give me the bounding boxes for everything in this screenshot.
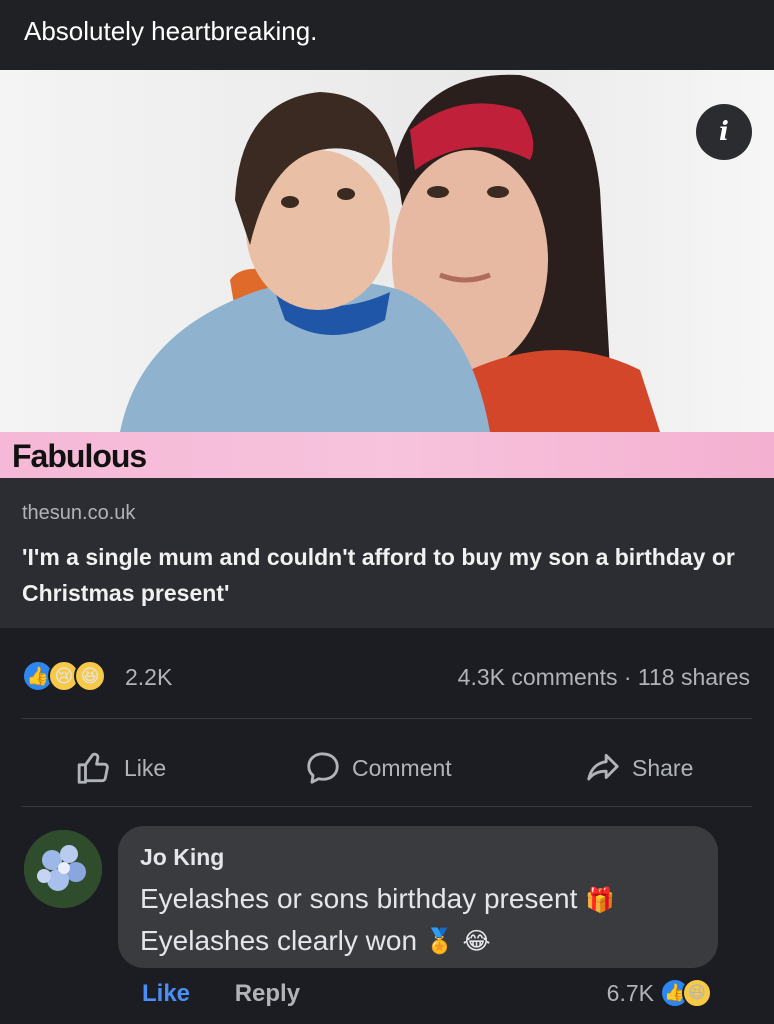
comment-label: Comment (352, 754, 452, 781)
comment-reaction-count: 6.7K (606, 979, 654, 1006)
divider (22, 806, 752, 807)
thumbs-up-icon (77, 752, 109, 784)
comment-actions: Like Reply (142, 980, 300, 1008)
link-domain: thesun.co.uk (22, 502, 136, 524)
link-info[interactable]: thesun.co.uk 'I'm a single mum and could… (0, 478, 774, 628)
comment-author[interactable]: Jo King (140, 844, 696, 871)
divider (22, 718, 752, 719)
comment-line-2: Eyelashes clearly won (140, 924, 418, 956)
haha-reaction-icon: 😆 (682, 978, 712, 1008)
brand-label: Fabulous (12, 438, 147, 474)
comment-button[interactable]: Comment (304, 748, 452, 788)
link-headline[interactable]: 'I'm a single mum and couldn't afford to… (22, 539, 752, 611)
comment-line-1: Eyelashes or sons birthday present (140, 883, 578, 914)
comment-text: Eyelashes or sons birthday present 🎁 Eye… (140, 879, 696, 962)
comment-reply-button[interactable]: Reply (235, 980, 300, 1007)
gift-emoji-icon: 🎁 (585, 886, 616, 914)
photo-mother-and-son (120, 74, 660, 432)
medal-emoji-icon: 🏅 (424, 928, 455, 956)
post-text: Absolutely heartbreaking. (0, 0, 774, 70)
reaction-summary[interactable]: 👍 😢 😆 2.2K 4.3K comments · 118 shares (0, 650, 774, 702)
laughing-emoji-icon: 😂 (462, 928, 491, 956)
flower-avatar-image (24, 830, 102, 908)
comments-shares-count[interactable]: 4.3K comments · 118 shares (458, 664, 750, 691)
like-label: Like (124, 754, 167, 781)
share-button[interactable]: Share (584, 748, 693, 788)
comment-icon (307, 752, 339, 784)
reaction-icons[interactable]: 👍 😢 😆 (22, 660, 122, 692)
avatar[interactable] (24, 830, 102, 908)
share-arrow-icon (587, 753, 619, 781)
comment-bubble: Jo King Eyelashes or sons birthday prese… (118, 826, 718, 968)
comment-reactions[interactable]: 6.7K 👍 😆 (607, 976, 712, 1010)
haha-reaction-icon: 😆 (74, 660, 106, 692)
reaction-count[interactable]: 2.2K (125, 664, 172, 691)
like-button[interactable]: Like (76, 748, 166, 788)
share-label: Share (632, 754, 694, 781)
action-bar: Like Comment Share (0, 740, 774, 796)
comment: Jo King Eyelashes or sons birthday prese… (0, 826, 774, 1024)
comment-like-button[interactable]: Like (142, 980, 190, 1007)
brand-strip: Fabulous (0, 432, 774, 478)
link-preview-image[interactable]: i (0, 70, 774, 432)
info-icon[interactable]: i (696, 104, 752, 160)
